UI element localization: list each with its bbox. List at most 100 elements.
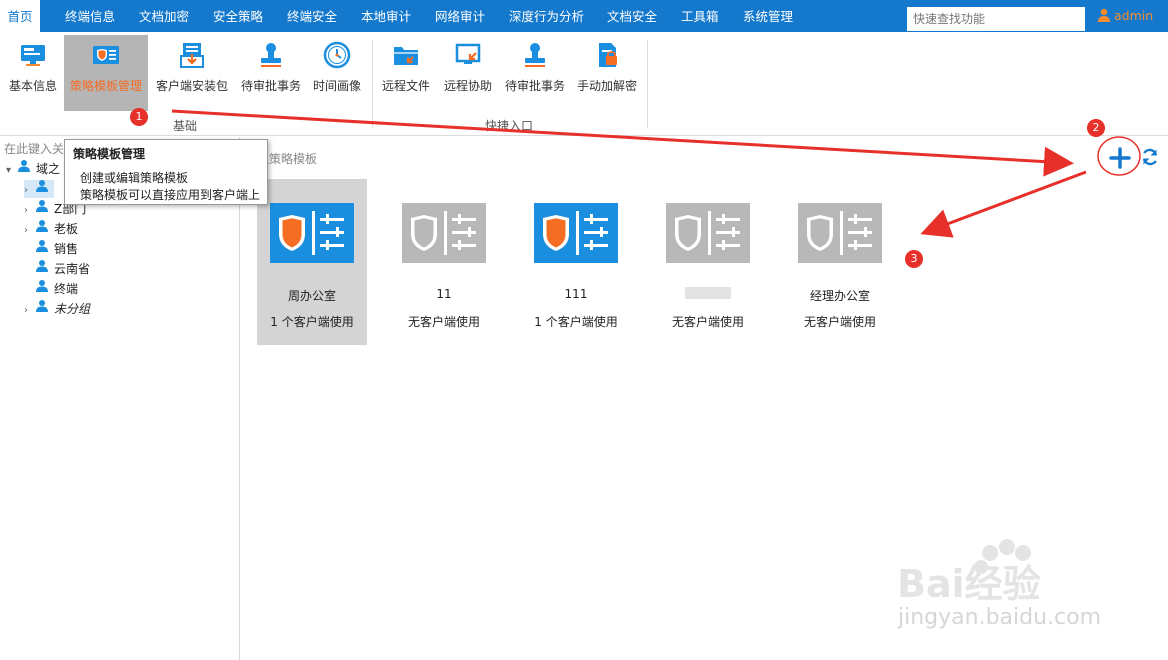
template-card[interactable]: 无客户端使用 [653, 179, 763, 345]
tree-node-label: 云南省 [54, 262, 91, 276]
monitor-icon [19, 41, 47, 69]
policy-template-icon [666, 203, 750, 263]
user-menu[interactable]: admin [1097, 8, 1153, 28]
remote-folder-icon [392, 41, 420, 69]
top-nav-bar: 首页 终端信息 文档加密 安全策略 终端安全 本地审计 网络审计 深度行为分析 … [0, 0, 1168, 32]
redacted-name [685, 287, 731, 299]
group-divider [647, 40, 648, 128]
org-tree-panel: 在此键入关 ▾ 域之 › › Z部门 › 老板 销售 云南省 终端 › 未分组 [0, 137, 240, 660]
toolbar-ribbon: 基本信息 策略模板管理 客户端安装包 待审批事务 时间画像 远程文件 远程协助 … [0, 32, 1168, 136]
quick-search-input[interactable] [907, 7, 1085, 31]
nav-tab-security-policy[interactable]: 安全策略 [213, 0, 263, 32]
tree-node-label: 销售 [54, 242, 79, 256]
group-icon [36, 259, 50, 278]
tree-node[interactable]: 云南省 [36, 260, 90, 278]
tree-node-ungrouped[interactable]: › 未分组 [24, 300, 90, 318]
group-icon [36, 199, 50, 218]
manual-encrypt-icon [593, 41, 621, 69]
tooltip-title: 策略模板管理 [73, 147, 146, 161]
tool-label: 远程文件 [381, 79, 430, 93]
tree-node[interactable]: › [24, 180, 54, 198]
nav-tab-network-audit[interactable]: 网络审计 [435, 0, 485, 32]
install-package-icon [178, 41, 206, 69]
policy-template-icon [92, 41, 120, 69]
chevron-right-icon[interactable]: › [24, 222, 36, 240]
chevron-down-icon[interactable]: ▾ [6, 162, 18, 180]
policy-template-icon [534, 203, 618, 263]
app-root: 首页 终端信息 文档加密 安全策略 终端安全 本地审计 网络审计 深度行为分析 … [0, 0, 1168, 660]
tool-remote-file[interactable]: 远程文件 [378, 35, 434, 111]
nav-tab-terminal-security[interactable]: 终端安全 [287, 0, 337, 32]
approval-stamp-icon [257, 41, 285, 69]
nav-tab-behavior-analysis[interactable]: 深度行为分析 [509, 0, 584, 32]
group-icon [36, 179, 50, 198]
tree-node-label: 域之 [36, 162, 61, 176]
tooltip-line: 创建或编辑策略模板 [80, 171, 189, 185]
tooltip: 策略模板管理 创建或编辑策略模板 策略模板可以直接应用到客户端上 [64, 139, 268, 205]
nav-tab-home[interactable]: 首页 [0, 0, 40, 32]
template-usage: 1 个客户端使用 [270, 315, 354, 329]
template-name: 周办公室 [287, 289, 336, 303]
template-card[interactable]: 周办公室 1 个客户端使用 [257, 179, 367, 345]
tool-label: 待审批事务 [504, 79, 565, 93]
tree-node-label: 终端 [54, 282, 79, 296]
remote-assist-icon [454, 41, 482, 69]
template-usage: 1 个客户端使用 [534, 315, 618, 329]
tree-node-root[interactable]: ▾ 域之 [6, 160, 60, 178]
group-label-shortcut: 快捷入口 [485, 119, 534, 133]
policy-template-icon [270, 203, 354, 263]
tree-node[interactable]: › 老板 [24, 220, 78, 238]
tool-client-package[interactable]: 客户端安装包 [153, 35, 231, 111]
tool-manual-encrypt[interactable]: 手动加解密 [574, 35, 640, 111]
template-card[interactable]: 经理办公室 无客户端使用 [785, 179, 895, 345]
add-template-button[interactable] [1107, 145, 1133, 171]
tool-policy-template[interactable]: 策略模板管理 [64, 35, 148, 111]
approval-stamp-icon [521, 41, 549, 69]
group-label-basic: 基础 [173, 119, 198, 133]
template-card[interactable]: 11 无客户端使用 [389, 179, 499, 345]
nav-tab-system-admin[interactable]: 系统管理 [743, 0, 793, 32]
tool-label: 基本信息 [8, 79, 57, 93]
group-icon [36, 239, 50, 258]
policy-template-icon [798, 203, 882, 263]
group-icon [36, 219, 50, 238]
refresh-icon [1142, 148, 1158, 166]
nav-tab-terminal-info[interactable]: 终端信息 [65, 0, 115, 32]
chevron-right-icon[interactable]: › [24, 202, 36, 220]
nav-tab-local-audit[interactable]: 本地审计 [361, 0, 411, 32]
tree-node[interactable]: 终端 [36, 280, 78, 298]
tool-basic-info[interactable]: 基本信息 [3, 35, 63, 111]
tool-pending-approval-2[interactable]: 待审批事务 [502, 35, 568, 111]
tree-node-label: 老板 [54, 222, 79, 236]
template-usage: 无客户端使用 [803, 315, 876, 329]
watermark-brand: Bai经验 [897, 562, 1041, 606]
user-icon [1097, 8, 1111, 25]
tool-remote-assist[interactable]: 远程协助 [440, 35, 496, 111]
tree-node[interactable]: 销售 [36, 240, 78, 258]
policy-template-icon [402, 203, 486, 263]
refresh-button[interactable] [1140, 147, 1160, 167]
group-icon [36, 299, 50, 318]
tool-label: 手动加解密 [576, 79, 637, 93]
watermark-url: jingyan.baidu.com [898, 605, 1102, 630]
chevron-right-icon[interactable]: › [24, 182, 36, 200]
tool-pending-approval[interactable]: 待审批事务 [238, 35, 304, 111]
nav-tab-doc-encrypt[interactable]: 文档加密 [139, 0, 189, 32]
clock-icon [323, 41, 351, 69]
template-name [653, 287, 763, 302]
tool-time-profile[interactable]: 时间画像 [309, 35, 365, 111]
plus-icon [1109, 147, 1131, 169]
group-icon [36, 279, 50, 298]
template-name: 11 [436, 287, 452, 301]
template-card[interactable]: 111 1 个客户端使用 [521, 179, 631, 345]
step-badge: 1 [130, 108, 148, 126]
chevron-right-icon[interactable]: › [24, 302, 36, 320]
nav-tab-toolbox[interactable]: 工具箱 [681, 0, 719, 32]
group-icon [18, 159, 32, 178]
template-name: 111 [564, 287, 588, 301]
user-name: admin [1114, 8, 1154, 23]
tool-label: 远程协助 [443, 79, 492, 93]
nav-tab-doc-security[interactable]: 文档安全 [607, 0, 657, 32]
template-name: 经理办公室 [809, 289, 870, 303]
template-usage: 无客户端使用 [671, 315, 744, 329]
